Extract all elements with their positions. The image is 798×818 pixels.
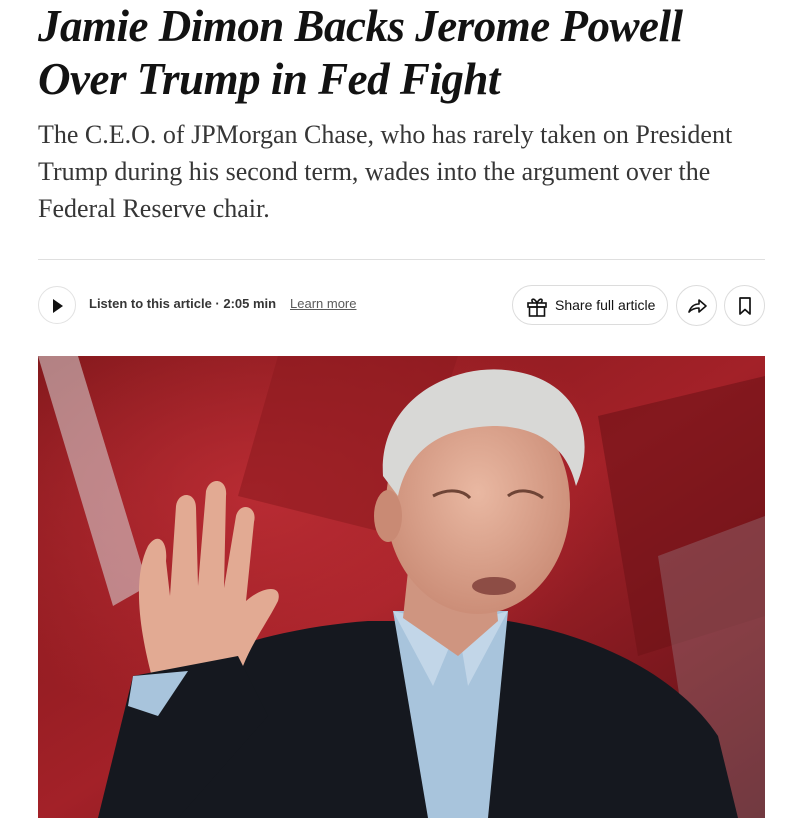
article-summary: The C.E.O. of JPMorgan Chase, who has ra… [38,120,733,223]
share-arrow-icon [688,299,707,313]
gift-icon [527,298,547,317]
headline: Jamie Dimon Backs Jerome Powell Over Tru… [38,1,683,104]
play-icon [53,299,63,313]
forward-share-button[interactable] [676,285,717,326]
play-audio-button[interactable] [38,286,76,324]
share-label: Share full article [555,297,656,313]
man-with-raised-hand-photo [38,356,765,818]
save-bookmark-button[interactable] [724,285,765,326]
bookmark-icon [739,297,751,315]
learn-more-link[interactable]: Learn more [290,296,356,311]
divider [38,259,765,260]
lead-photo [38,356,765,818]
article: Jamie Dimon Backs Jerome Powell Over Tru… [0,0,798,818]
share-full-article-button[interactable]: Share full article [512,285,668,325]
article-toolbar: Listen to this article · 2:05 min Learn … [38,285,765,327]
listen-label: Listen to this article · 2:05 min [89,296,277,311]
